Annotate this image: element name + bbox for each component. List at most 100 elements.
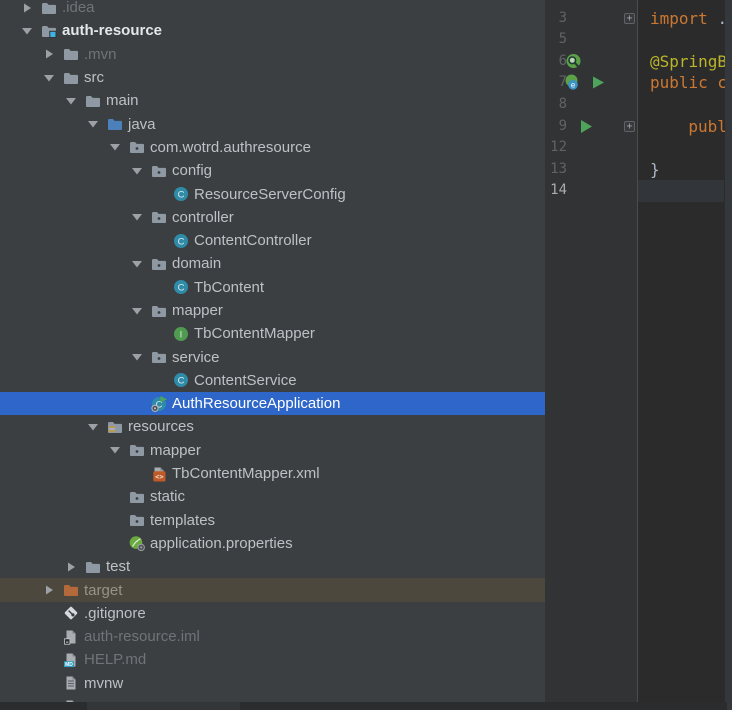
tree-item-static[interactable]: static (0, 485, 545, 508)
chevron-right-icon[interactable] (19, 0, 35, 16)
code-token: publ (688, 117, 727, 136)
tree-item-label: templates (150, 512, 215, 529)
chevron-down-icon[interactable] (85, 419, 101, 435)
tree-item-mapper[interactable]: mapper (0, 299, 545, 322)
folder-package-icon (129, 139, 145, 155)
tree-item-config[interactable]: config (0, 159, 545, 182)
spring-bean-search-icon[interactable] (565, 53, 582, 70)
editor-scrollbar[interactable] (725, 0, 732, 702)
tree-item-mvn[interactable]: .mvn (0, 43, 545, 66)
tree-item-resourceserverconfig[interactable]: C ResourceServerConfig (0, 182, 545, 205)
tree-item-tbcontent[interactable]: C TbContent (0, 276, 545, 299)
chevron-right-icon[interactable] (41, 582, 57, 598)
tree-item-authresourceapplication[interactable]: C AuthResourceApplication (0, 392, 545, 415)
tree-item-mvnw[interactable]: mvnw (0, 672, 545, 695)
tree-item-label: AuthResourceApplication (172, 395, 340, 412)
tree-item-mapper[interactable]: mapper (0, 439, 545, 462)
tree-item-contentcontroller[interactable]: C ContentController (0, 229, 545, 252)
tree-item-test[interactable]: test (0, 555, 545, 578)
chevron-spacer (107, 489, 123, 505)
fold-marker[interactable]: + (624, 121, 635, 132)
editor-line[interactable]: 6 @SpringB (545, 51, 732, 73)
line-number[interactable]: 6 (545, 51, 567, 73)
code-line[interactable]: public c (650, 72, 732, 94)
window-bottom-bar (0, 702, 732, 710)
tree-item-service[interactable]: service (0, 345, 545, 368)
chevron-spacer (151, 326, 167, 342)
code-line[interactable] (650, 94, 732, 116)
chevron-down-icon[interactable] (85, 116, 101, 132)
chevron-down-icon[interactable] (63, 93, 79, 109)
line-number[interactable]: 14 (545, 180, 567, 202)
code-line[interactable] (650, 137, 732, 159)
tree-item-help-md[interactable]: MD HELP.md (0, 648, 545, 671)
chevron-down-icon[interactable] (129, 209, 145, 225)
editor-line[interactable]: 2 (545, 0, 732, 8)
tree-item-com-wotrd-authresource[interactable]: com.wotrd.authresource (0, 136, 545, 159)
chevron-down-icon[interactable] (129, 349, 145, 365)
line-number[interactable]: 5 (545, 29, 567, 51)
tree-item-templates[interactable]: templates (0, 509, 545, 532)
tree-item-controller[interactable]: controller (0, 206, 545, 229)
tree-item-src[interactable]: src (0, 66, 545, 89)
line-number[interactable]: 8 (545, 94, 567, 116)
chevron-down-icon[interactable] (107, 139, 123, 155)
editor-line[interactable]: 9 publ + (545, 116, 732, 138)
line-number[interactable]: 13 (545, 159, 567, 181)
editor-line[interactable]: 14 (545, 180, 732, 202)
tree-item-label: .gitignore (84, 605, 146, 622)
editor-line[interactable]: 12 (545, 137, 732, 159)
folder-root-icon (41, 23, 57, 39)
chevron-right-icon[interactable] (63, 559, 79, 575)
tree-item-gitignore[interactable]: .gitignore (0, 602, 545, 625)
code-line[interactable]: @SpringB (650, 51, 732, 73)
tree-item-label: TbContent (194, 279, 264, 296)
tree-item-main[interactable]: main (0, 89, 545, 112)
code-line[interactable] (650, 180, 732, 202)
tree-item-auth-resource-iml[interactable]: auth-resource.iml (0, 625, 545, 648)
svg-text:C: C (178, 189, 185, 200)
tree-item-contentservice[interactable]: C ContentService (0, 369, 545, 392)
tree-item-label: resources (128, 418, 194, 435)
code-line[interactable] (650, 29, 732, 51)
chevron-down-icon[interactable] (41, 70, 57, 86)
line-number[interactable]: 3 (545, 8, 567, 30)
svg-text:<>: <> (155, 472, 163, 480)
editor-line[interactable]: 8 (545, 94, 732, 116)
folder-source-icon (107, 116, 123, 132)
tree-item-java[interactable]: java (0, 112, 545, 135)
spring-bean-run-icon[interactable]: e (563, 74, 609, 91)
code-line[interactable]: publ (650, 116, 732, 138)
editor-line[interactable]: 13 } (545, 159, 732, 181)
chevron-down-icon[interactable] (129, 163, 145, 179)
tree-item-tbcontentmapper-xml[interactable]: <> TbContentMapper.xml (0, 462, 545, 485)
code-line[interactable]: import . (650, 8, 732, 30)
chevron-down-icon[interactable] (129, 256, 145, 272)
code-line[interactable] (650, 0, 732, 8)
editor-line[interactable]: 3 import . + (545, 8, 732, 30)
run-icon[interactable] (577, 118, 594, 135)
chevron-down-icon[interactable] (19, 23, 35, 39)
tree-item-label: test (106, 558, 130, 575)
editor-line[interactable]: 7 e public c (545, 72, 732, 94)
tree-item-target[interactable]: target (0, 578, 545, 601)
tree-item-idea[interactable]: .idea (0, 0, 545, 19)
chevron-down-icon[interactable] (129, 303, 145, 319)
chevron-spacer (151, 233, 167, 249)
line-number[interactable]: 2 (545, 0, 567, 8)
editor-panel[interactable]: 2 3 import . + 5 6 @SpringB 7 e public c… (545, 0, 732, 702)
line-number[interactable]: 9 (545, 116, 567, 138)
tree-item-domain[interactable]: domain (0, 252, 545, 275)
line-number[interactable]: 12 (545, 137, 567, 159)
chevron-right-icon[interactable] (41, 46, 57, 62)
tree-item-label: ContentController (194, 232, 312, 249)
fold-marker[interactable]: + (624, 13, 635, 24)
tree-item-auth-resource[interactable]: auth-resource (0, 19, 545, 42)
tree-item-partial[interactable] (0, 695, 545, 702)
tree-item-application-properties[interactable]: application.properties (0, 532, 545, 555)
tree-item-resources[interactable]: resources (0, 415, 545, 438)
editor-line[interactable]: 5 (545, 29, 732, 51)
code-line[interactable]: } (650, 159, 732, 181)
tree-item-tbcontentmapper[interactable]: I TbContentMapper (0, 322, 545, 345)
chevron-down-icon[interactable] (107, 442, 123, 458)
